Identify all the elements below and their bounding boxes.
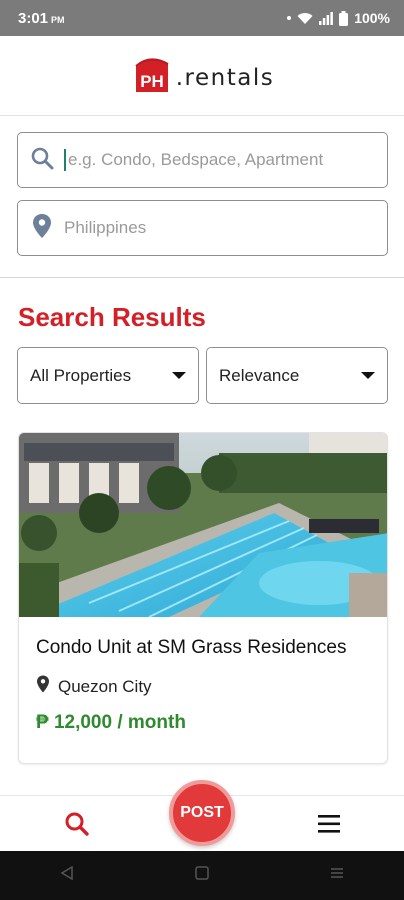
location-input[interactable] bbox=[64, 218, 354, 238]
logo-badge[interactable]: PH bbox=[130, 56, 174, 96]
listing-title: Condo Unit at SM Grass Residences bbox=[36, 637, 347, 658]
logo-text: .rentals bbox=[175, 64, 275, 91]
signal-dot-icon bbox=[287, 16, 292, 20]
clock-ampm: PM bbox=[51, 14, 65, 25]
search-input[interactable] bbox=[68, 150, 358, 170]
search-field[interactable] bbox=[17, 132, 388, 188]
property-type-value: All Properties bbox=[30, 365, 132, 385]
search-icon bbox=[65, 812, 89, 836]
location-pin-icon bbox=[36, 675, 50, 698]
listing-card[interactable]: Condo Unit at SM Grass Residences Quezon… bbox=[18, 432, 388, 764]
system-nav-bar bbox=[0, 851, 404, 900]
bottom-nav: POST bbox=[0, 780, 404, 851]
location-pin-icon bbox=[30, 213, 54, 244]
hamburger-menu-icon bbox=[318, 815, 340, 833]
dropdown-arrow-icon bbox=[172, 372, 186, 379]
text-caret bbox=[64, 149, 66, 171]
app-header: PH .rentals bbox=[0, 36, 404, 116]
logo-badge-text: PH bbox=[140, 72, 164, 91]
status-icons: 100% bbox=[287, 10, 390, 26]
battery-icon bbox=[339, 10, 349, 26]
dropdown-arrow-icon bbox=[361, 372, 375, 379]
listing-photo bbox=[19, 433, 387, 617]
listing-location: Quezon City bbox=[36, 675, 152, 698]
sort-value: Relevance bbox=[219, 365, 300, 385]
status-bar: 3:01 PM 100% bbox=[0, 0, 404, 36]
nav-search-button[interactable] bbox=[64, 811, 90, 842]
property-type-dropdown[interactable]: All Properties bbox=[17, 347, 199, 404]
battery-level: 100% bbox=[354, 10, 390, 26]
nav-menu-button[interactable] bbox=[318, 815, 340, 838]
sort-dropdown[interactable]: Relevance bbox=[206, 347, 388, 404]
post-button[interactable]: POST bbox=[169, 780, 235, 846]
clock: 3:01 bbox=[18, 9, 49, 27]
search-panel bbox=[0, 116, 404, 278]
wifi-icon bbox=[297, 12, 313, 25]
search-results-heading: Search Results bbox=[18, 302, 206, 332]
home-icon[interactable] bbox=[195, 866, 209, 885]
back-icon[interactable] bbox=[60, 865, 74, 885]
recents-icon[interactable] bbox=[330, 866, 344, 885]
location-field[interactable] bbox=[17, 200, 388, 256]
cell-signal-icon bbox=[319, 11, 334, 25]
listing-price: ₱ 12,000 / month bbox=[36, 712, 186, 733]
status-time: 3:01 PM bbox=[18, 10, 65, 27]
listing-location-text: Quezon City bbox=[58, 676, 152, 696]
search-icon bbox=[30, 146, 54, 175]
